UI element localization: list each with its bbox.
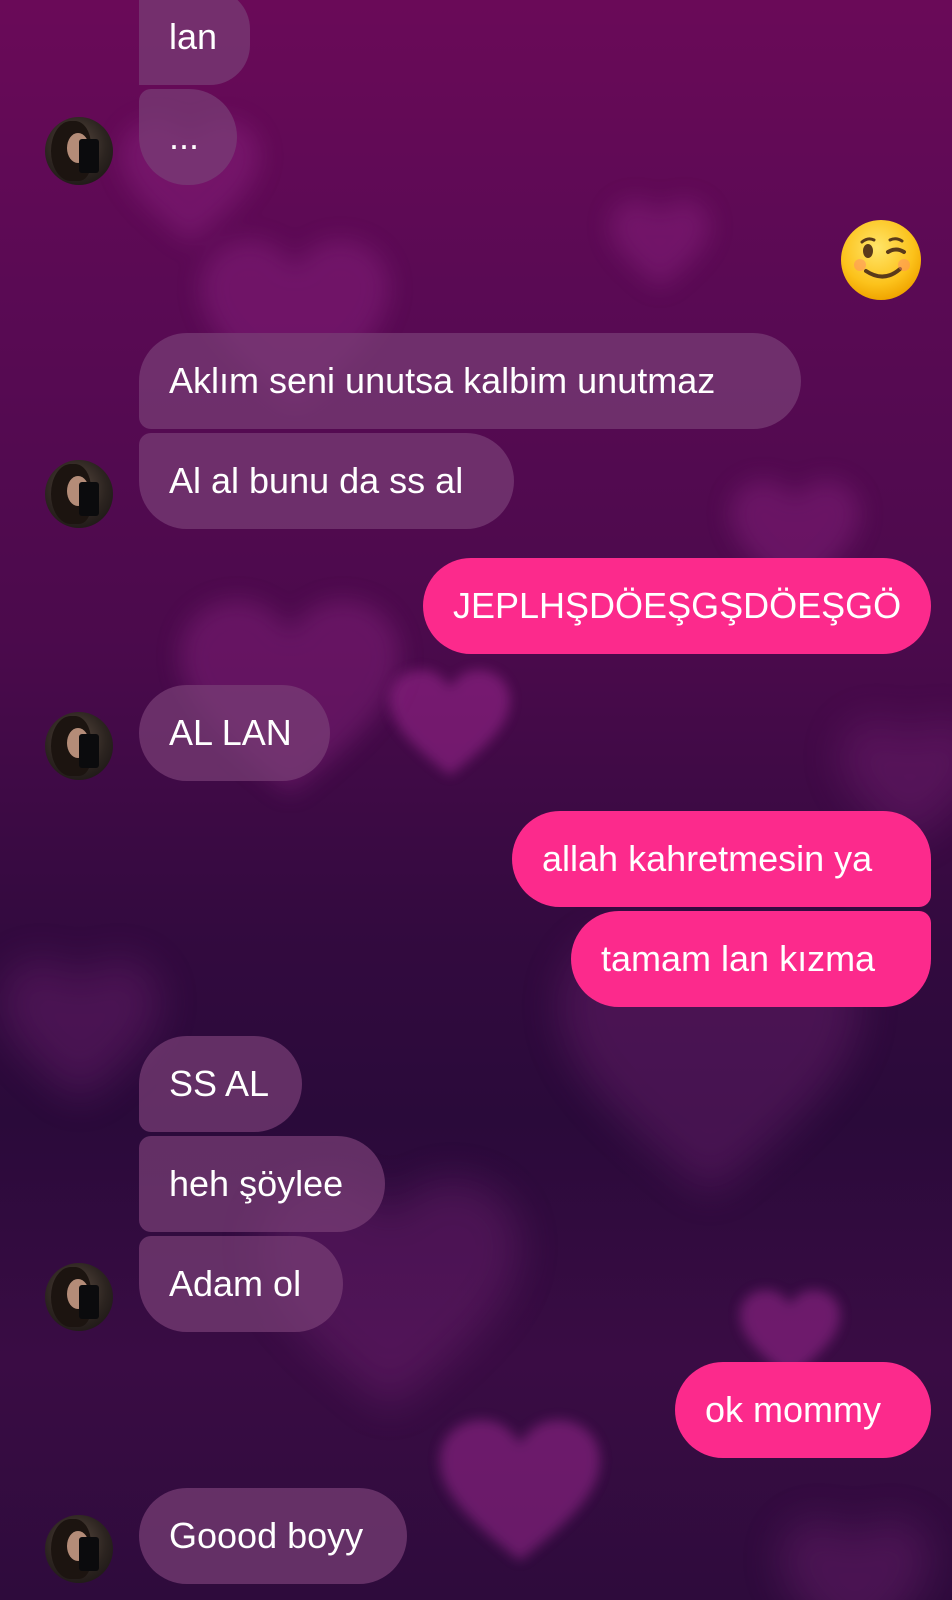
winking-face-emoji[interactable] xyxy=(840,219,922,301)
contact-avatar[interactable] xyxy=(45,117,113,185)
message-bubble-outgoing[interactable]: ok mommy xyxy=(675,1362,931,1458)
message-list: lan ... Aklım seni unutsa kalbim unutmaz… xyxy=(0,0,952,1600)
message-text: Aklım seni unutsa kalbim unutmaz xyxy=(169,360,716,401)
message-text: lan xyxy=(169,16,218,57)
message-bubble-incoming[interactable]: lan xyxy=(139,0,250,85)
message-text: Adam ol xyxy=(169,1263,302,1304)
message-text: ... xyxy=(169,116,200,157)
contact-avatar[interactable] xyxy=(45,1263,113,1331)
message-text: allah kahretmesin ya xyxy=(542,838,873,879)
message-bubble-incoming[interactable]: Al al bunu da ss al xyxy=(139,433,514,529)
contact-avatar[interactable] xyxy=(45,712,113,780)
message-text: ok mommy xyxy=(705,1389,882,1430)
message-bubble-incoming[interactable]: Adam ol xyxy=(139,1236,343,1332)
message-text: tamam lan kızma xyxy=(601,938,876,979)
message-text: SS AL xyxy=(169,1063,270,1104)
message-text: Al al bunu da ss al xyxy=(169,460,464,501)
message-bubble-incoming[interactable]: ... xyxy=(139,89,237,185)
message-bubble-incoming[interactable]: Goood boyy xyxy=(139,1488,407,1584)
message-bubble-outgoing[interactable]: tamam lan kızma xyxy=(571,911,931,1007)
message-text: JEPLHŞDÖEŞGŞDÖEŞGÖ xyxy=(453,585,902,626)
message-bubble-incoming[interactable]: heh şöylee xyxy=(139,1136,385,1232)
message-bubble-incoming[interactable]: Aklım seni unutsa kalbim unutmaz xyxy=(139,333,801,429)
message-text: heh şöylee xyxy=(169,1163,344,1204)
message-bubble-incoming[interactable]: AL LAN xyxy=(139,685,330,781)
message-bubble-outgoing[interactable]: allah kahretmesin ya xyxy=(512,811,931,907)
message-text: AL LAN xyxy=(169,712,292,753)
contact-avatar[interactable] xyxy=(45,460,113,528)
message-bubble-outgoing[interactable]: JEPLHŞDÖEŞGŞDÖEŞGÖ xyxy=(423,558,931,654)
contact-avatar[interactable] xyxy=(45,1515,113,1583)
message-text: Goood boyy xyxy=(169,1515,364,1556)
message-bubble-incoming[interactable]: SS AL xyxy=(139,1036,302,1132)
